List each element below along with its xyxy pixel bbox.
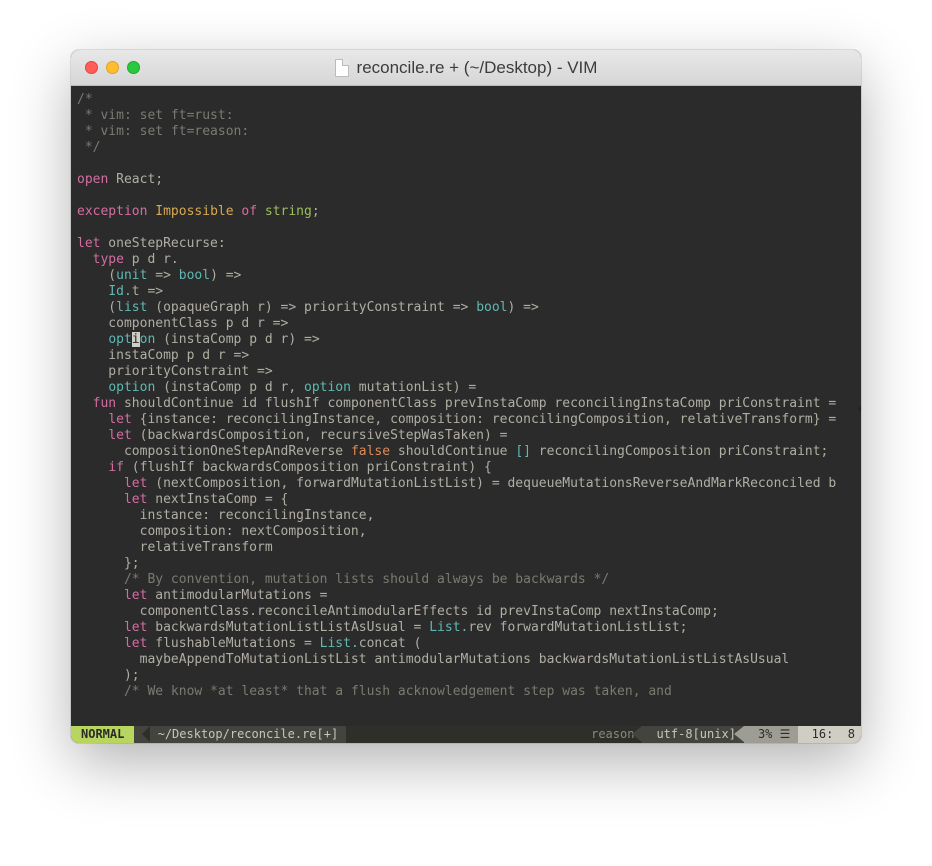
file-icon <box>335 59 349 77</box>
code-line: let (backwardsComposition, recursiveStep… <box>77 428 855 444</box>
code-line: let antimodularMutations = <box>77 588 855 604</box>
minimize-button[interactable] <box>106 61 119 74</box>
code-line: type p d r. <box>77 252 855 268</box>
code-line: if (flushIf backwardsComposition priCons… <box>77 460 855 476</box>
code-line <box>77 220 855 236</box>
code-line: (unit => bool) => <box>77 268 855 284</box>
code-line: fun shouldContinue id flushIf componentC… <box>77 396 855 412</box>
code-line: option (instaComp p d r, option mutation… <box>77 380 855 396</box>
editor-area[interactable]: /* * vim: set ft=rust: * vim: set ft=rea… <box>71 86 861 726</box>
window-title: reconcile.re + (~/Desktop) - VIM <box>357 58 598 78</box>
close-button[interactable] <box>85 61 98 74</box>
code-line: instance: reconcilingInstance, <box>77 508 855 524</box>
code-line: * vim: set ft=rust: <box>77 108 855 124</box>
traffic-lights <box>85 61 140 74</box>
resize-handle-icon[interactable] <box>853 397 861 421</box>
code-line: compositionOneStepAndReverse false shoul… <box>77 444 855 460</box>
code-line: let backwardsMutationListListAsUsual = L… <box>77 620 855 636</box>
code-line: instaComp p d r => <box>77 348 855 364</box>
code-line: composition: nextComposition, <box>77 524 855 540</box>
code-line: /* We know *at least* that a flush ackno… <box>77 684 855 700</box>
code-line: * vim: set ft=reason: <box>77 124 855 140</box>
code-line: let (nextComposition, forwardMutationLis… <box>77 476 855 492</box>
code-line: }; <box>77 556 855 572</box>
code-line: ); <box>77 668 855 684</box>
titlebar: reconcile.re + (~/Desktop) - VIM <box>71 50 861 86</box>
maximize-button[interactable] <box>127 61 140 74</box>
mode-segment: NORMAL <box>71 726 134 743</box>
file-path: ~/Desktop/reconcile.re[+] <box>158 727 339 741</box>
code-line: maybeAppendToMutationListList antimodula… <box>77 652 855 668</box>
encoding-segment: utf-8[unix] <box>642 726 743 743</box>
code-line: (list (opaqueGraph r) => priorityConstra… <box>77 300 855 316</box>
code-line <box>77 188 855 204</box>
code-line: componentClass p d r => <box>77 316 855 332</box>
code-line <box>77 156 855 172</box>
code-line: let nextInstaComp = { <box>77 492 855 508</box>
vim-window: reconcile.re + (~/Desktop) - VIM /* * vi… <box>71 50 861 743</box>
code-line: /* <box>77 92 855 108</box>
code-line: */ <box>77 140 855 156</box>
path-segment: ~/Desktop/reconcile.re[+] <box>134 726 346 743</box>
code-line: let oneStepRecurse: <box>77 236 855 252</box>
position-segment: 16: 8 <box>798 726 861 743</box>
code-line: priorityConstraint => <box>77 364 855 380</box>
code-line: relativeTransform <box>77 540 855 556</box>
code-line: open React; <box>77 172 855 188</box>
code-line: option (instaComp p d r) => <box>77 332 855 348</box>
code-line: let {instance: reconcilingInstance, comp… <box>77 412 855 428</box>
code-line: exception Impossible of string; <box>77 204 855 220</box>
code-line: Id.t => <box>77 284 855 300</box>
code-line: componentClass.reconcileAntimodularEffec… <box>77 604 855 620</box>
percent-segment: 3% ☰ <box>744 726 798 743</box>
code-line: /* By convention, mutation lists should … <box>77 572 855 588</box>
code-line: let flushableMutations = List.concat ( <box>77 636 855 652</box>
statusbar: NORMAL ~/Desktop/reconcile.re[+] reason … <box>71 726 861 743</box>
